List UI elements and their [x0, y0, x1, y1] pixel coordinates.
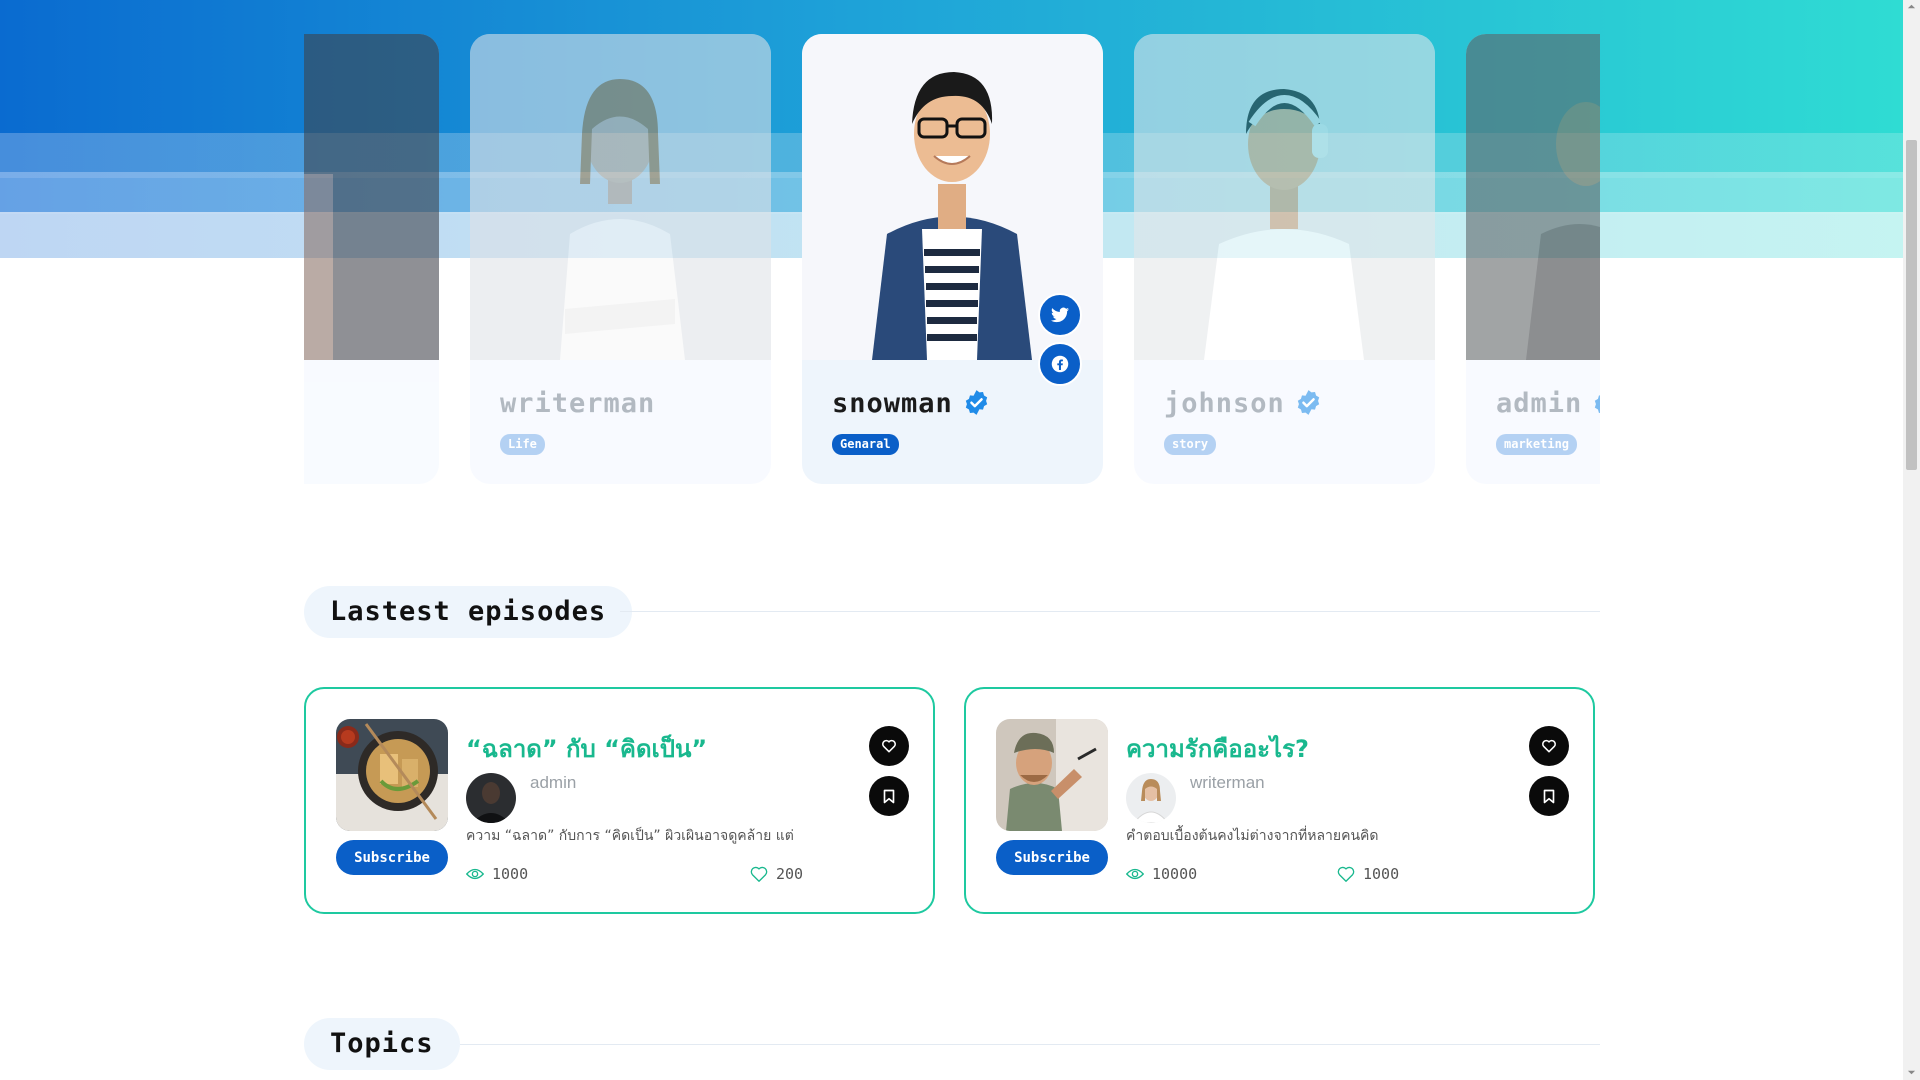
- eye-icon: [1126, 868, 1144, 880]
- bookmark-button[interactable]: [1529, 776, 1569, 816]
- bookmark-button[interactable]: [869, 776, 909, 816]
- subscribe-button[interactable]: Subscribe: [996, 840, 1108, 875]
- episode-views: 1000: [466, 865, 528, 883]
- episode-author[interactable]: admin: [530, 773, 576, 793]
- episode-likes: 200: [750, 865, 803, 883]
- creators-carousel[interactable]: writerman Life snowman Genaral johnson s…: [304, 34, 1600, 486]
- verified-badge-icon: [1297, 390, 1319, 415]
- eye-icon: [466, 868, 484, 880]
- twitter-button[interactable]: [1038, 293, 1082, 337]
- episode-card[interactable]: Subscribe “ฉลาด” กับ “คิดเป็น” admin ควา…: [304, 687, 935, 914]
- episode-description: คำตอบเบื้องต้นคงไม่ต่างจากที่หลายคนคิด: [1126, 828, 1379, 844]
- bookmark-icon: [883, 789, 895, 803]
- facebook-icon: [1051, 355, 1069, 373]
- scrollbar-thumb[interactable]: [1906, 140, 1917, 470]
- creator-category-tag[interactable]: Life: [500, 434, 545, 455]
- creator-name: writerman: [500, 388, 656, 419]
- creator-photo: [470, 34, 771, 360]
- twitter-icon: [1051, 307, 1069, 323]
- scroll-up-arrow-icon[interactable]: [1907, 2, 1916, 11]
- creator-category-tag[interactable]: Genaral: [832, 434, 899, 455]
- episode-card[interactable]: Subscribe ความรักคืออะไร? writerman คำตอ…: [964, 687, 1595, 914]
- episode-description: ความ “ฉลาด” กับการ “คิดเป็น” ผิวเผินอาจด…: [466, 828, 794, 844]
- section-divider: [460, 1044, 1600, 1045]
- author-avatar[interactable]: [1126, 773, 1176, 823]
- section-title-topics: Topics: [304, 1018, 460, 1070]
- creator-photo: [1134, 34, 1435, 360]
- bookmark-icon: [1543, 789, 1555, 803]
- likes-count: 200: [776, 865, 804, 883]
- heart-icon: [882, 739, 896, 753]
- heart-icon: [1337, 866, 1355, 882]
- facebook-button[interactable]: [1038, 342, 1082, 386]
- section-title-latest-episodes: Lastest episodes: [304, 586, 633, 638]
- creator-photo: [1466, 34, 1600, 360]
- creator-name: snowman: [832, 388, 990, 419]
- creator-card[interactable]: [304, 34, 439, 484]
- creator-category-tag[interactable]: story: [1164, 434, 1217, 455]
- episode-likes: 1000: [1337, 865, 1399, 883]
- episode-title[interactable]: ความรักคืออะไร?: [1126, 729, 1309, 768]
- creator-card-admin[interactable]: admin marketing: [1466, 34, 1600, 484]
- episode-thumbnail[interactable]: [996, 719, 1108, 831]
- verified-badge-icon: [1595, 395, 1600, 413]
- likes-count: 1000: [1363, 865, 1400, 883]
- like-button[interactable]: [1529, 726, 1569, 766]
- creator-photo: [304, 34, 439, 360]
- creator-category-tag[interactable]: marketing: [1496, 434, 1578, 455]
- episode-title[interactable]: “ฉลาด” กับ “คิดเป็น”: [466, 729, 707, 768]
- heart-icon: [750, 866, 768, 882]
- subscribe-button[interactable]: Subscribe: [336, 840, 448, 875]
- heart-icon: [1542, 739, 1556, 753]
- views-count: 1000: [492, 865, 529, 883]
- creator-name: johnson: [1164, 388, 1322, 419]
- creator-card-snowman[interactable]: snowman Genaral: [802, 34, 1103, 484]
- episode-author[interactable]: writerman: [1190, 773, 1265, 793]
- creator-name: admin: [1496, 388, 1600, 419]
- scroll-down-arrow-icon[interactable]: [1907, 1068, 1916, 1077]
- section-divider: [620, 611, 1600, 612]
- like-button[interactable]: [869, 726, 909, 766]
- views-count: 10000: [1152, 865, 1198, 883]
- episode-thumbnail[interactable]: [336, 719, 448, 831]
- verified-badge-icon: [965, 390, 987, 415]
- creator-card-johnson[interactable]: johnson story: [1134, 34, 1435, 484]
- episode-views: 10000: [1126, 865, 1197, 883]
- author-avatar[interactable]: [466, 773, 516, 823]
- creator-card-writerman[interactable]: writerman Life: [470, 34, 771, 484]
